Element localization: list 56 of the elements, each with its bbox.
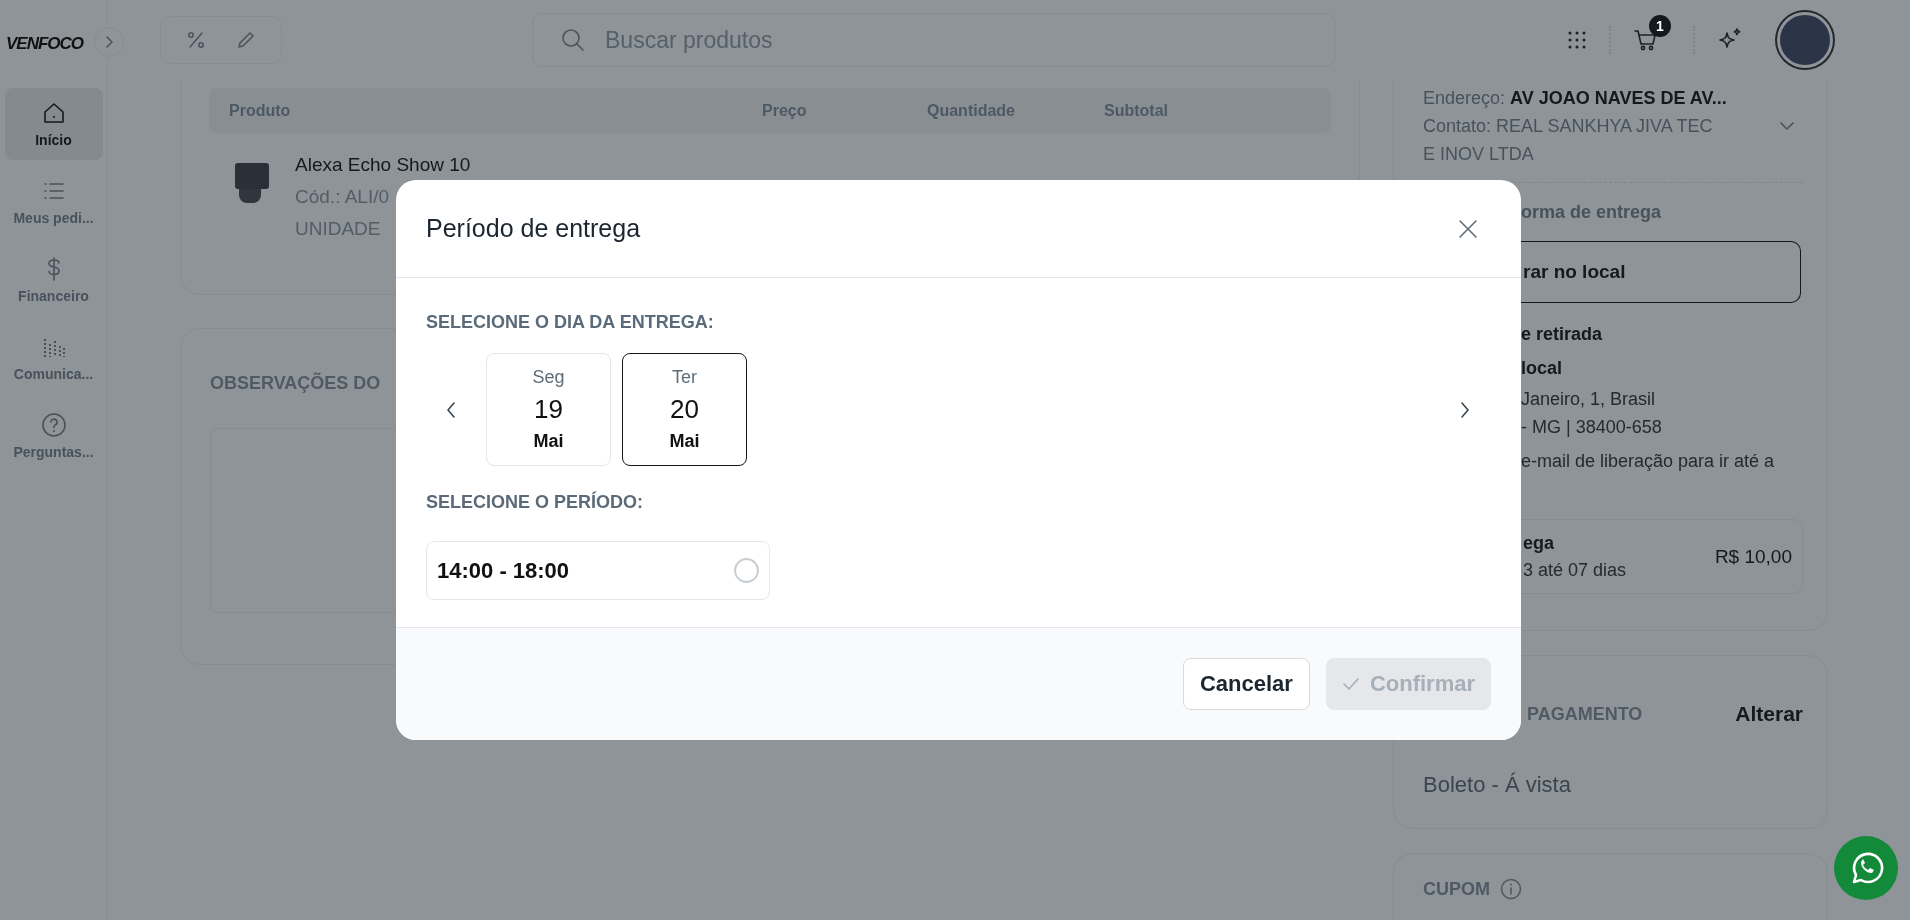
column-header: Produto (229, 101, 292, 120)
column-header: Preço (762, 101, 808, 120)
pickup-address: - MG | 38400-658 (1521, 416, 1663, 439)
column-header: Quantidade (927, 101, 1016, 120)
change-link[interactable]: Alterar (1735, 702, 1803, 726)
close-icon (1457, 217, 1479, 240)
product-code: Cód.: ALI/0 (295, 185, 389, 209)
cart-count-badge: 1 (1649, 15, 1671, 37)
dialog-title: Período de entrega (426, 214, 641, 243)
chevron-left-icon (444, 400, 457, 419)
section-title: CUPOM (1423, 878, 1490, 900)
section-label: SELECIONE O PERÍODO: (426, 492, 645, 513)
search-field[interactable]: Buscar produtos (532, 13, 1335, 67)
info-icon[interactable] (1500, 878, 1522, 900)
chevron-right-icon (103, 35, 115, 49)
section-title: OBSERVAÇÕES DO (210, 373, 381, 394)
section-label: SELECIONE O DIA DA ENTREGA: (426, 312, 715, 333)
grid-icon (1567, 30, 1587, 50)
pickup-notice: e-mail de liberação para ir até a (1521, 450, 1776, 473)
chevron-right-icon (1459, 400, 1471, 419)
column-header: Subtotal (1104, 101, 1169, 120)
question-icon (40, 412, 67, 438)
cart-button[interactable]: 1 (1633, 15, 1671, 53)
pickup-name: local (1521, 357, 1564, 380)
payment-method: Boleto - Á vista (1423, 772, 1572, 798)
day-card[interactable]: Ter 20 Mai (622, 353, 747, 466)
close-button[interactable] (1457, 217, 1479, 240)
avatar[interactable] (1777, 12, 1833, 68)
delivery-method-label: orma de entrega (1521, 201, 1663, 224)
product-unit: UNIDADE (295, 217, 381, 241)
search-icon (560, 27, 586, 53)
edit-button[interactable] (235, 29, 257, 51)
logo: VENFOCO (6, 34, 84, 54)
contact-text: Contato: REAL SANKHYA JIVA TEC E INOV LTDA (1423, 115, 1713, 166)
period-label: 14:00 - 18:00 (437, 557, 570, 584)
nav-item[interactable]: Início (4, 88, 103, 160)
check-icon (1341, 675, 1360, 693)
expand-button[interactable] (94, 27, 124, 57)
product-name: Alexa Echo Show 10 (295, 153, 471, 177)
pencil-icon (235, 29, 257, 51)
section-title: PAGAMENTO (1527, 703, 1643, 725)
shipping-price: R$ 10,00 (1714, 545, 1792, 568)
pickup-title: e retirada (1521, 323, 1604, 346)
discount-button[interactable] (185, 29, 207, 51)
shipping-time: 3 até 07 dias (1523, 558, 1627, 582)
pickup-button[interactable]: rar no local (1521, 241, 1801, 303)
shipping-title: ega (1523, 531, 1556, 555)
period-option[interactable]: 14:00 - 18:00 (426, 541, 770, 600)
chevron-down-icon[interactable] (1779, 121, 1795, 131)
apps-button[interactable] (1567, 30, 1587, 50)
pickup-address: Janeiro, 1, Brasil (1521, 388, 1657, 411)
cancel-button[interactable]: Cancelar (1182, 658, 1310, 710)
address-text: Endereço: AV JOAO NAVES DE AV... (1423, 87, 1728, 110)
day-card[interactable]: Seg 19 Mai (486, 353, 611, 466)
percent-icon (185, 29, 207, 51)
radio-button[interactable] (734, 558, 759, 583)
